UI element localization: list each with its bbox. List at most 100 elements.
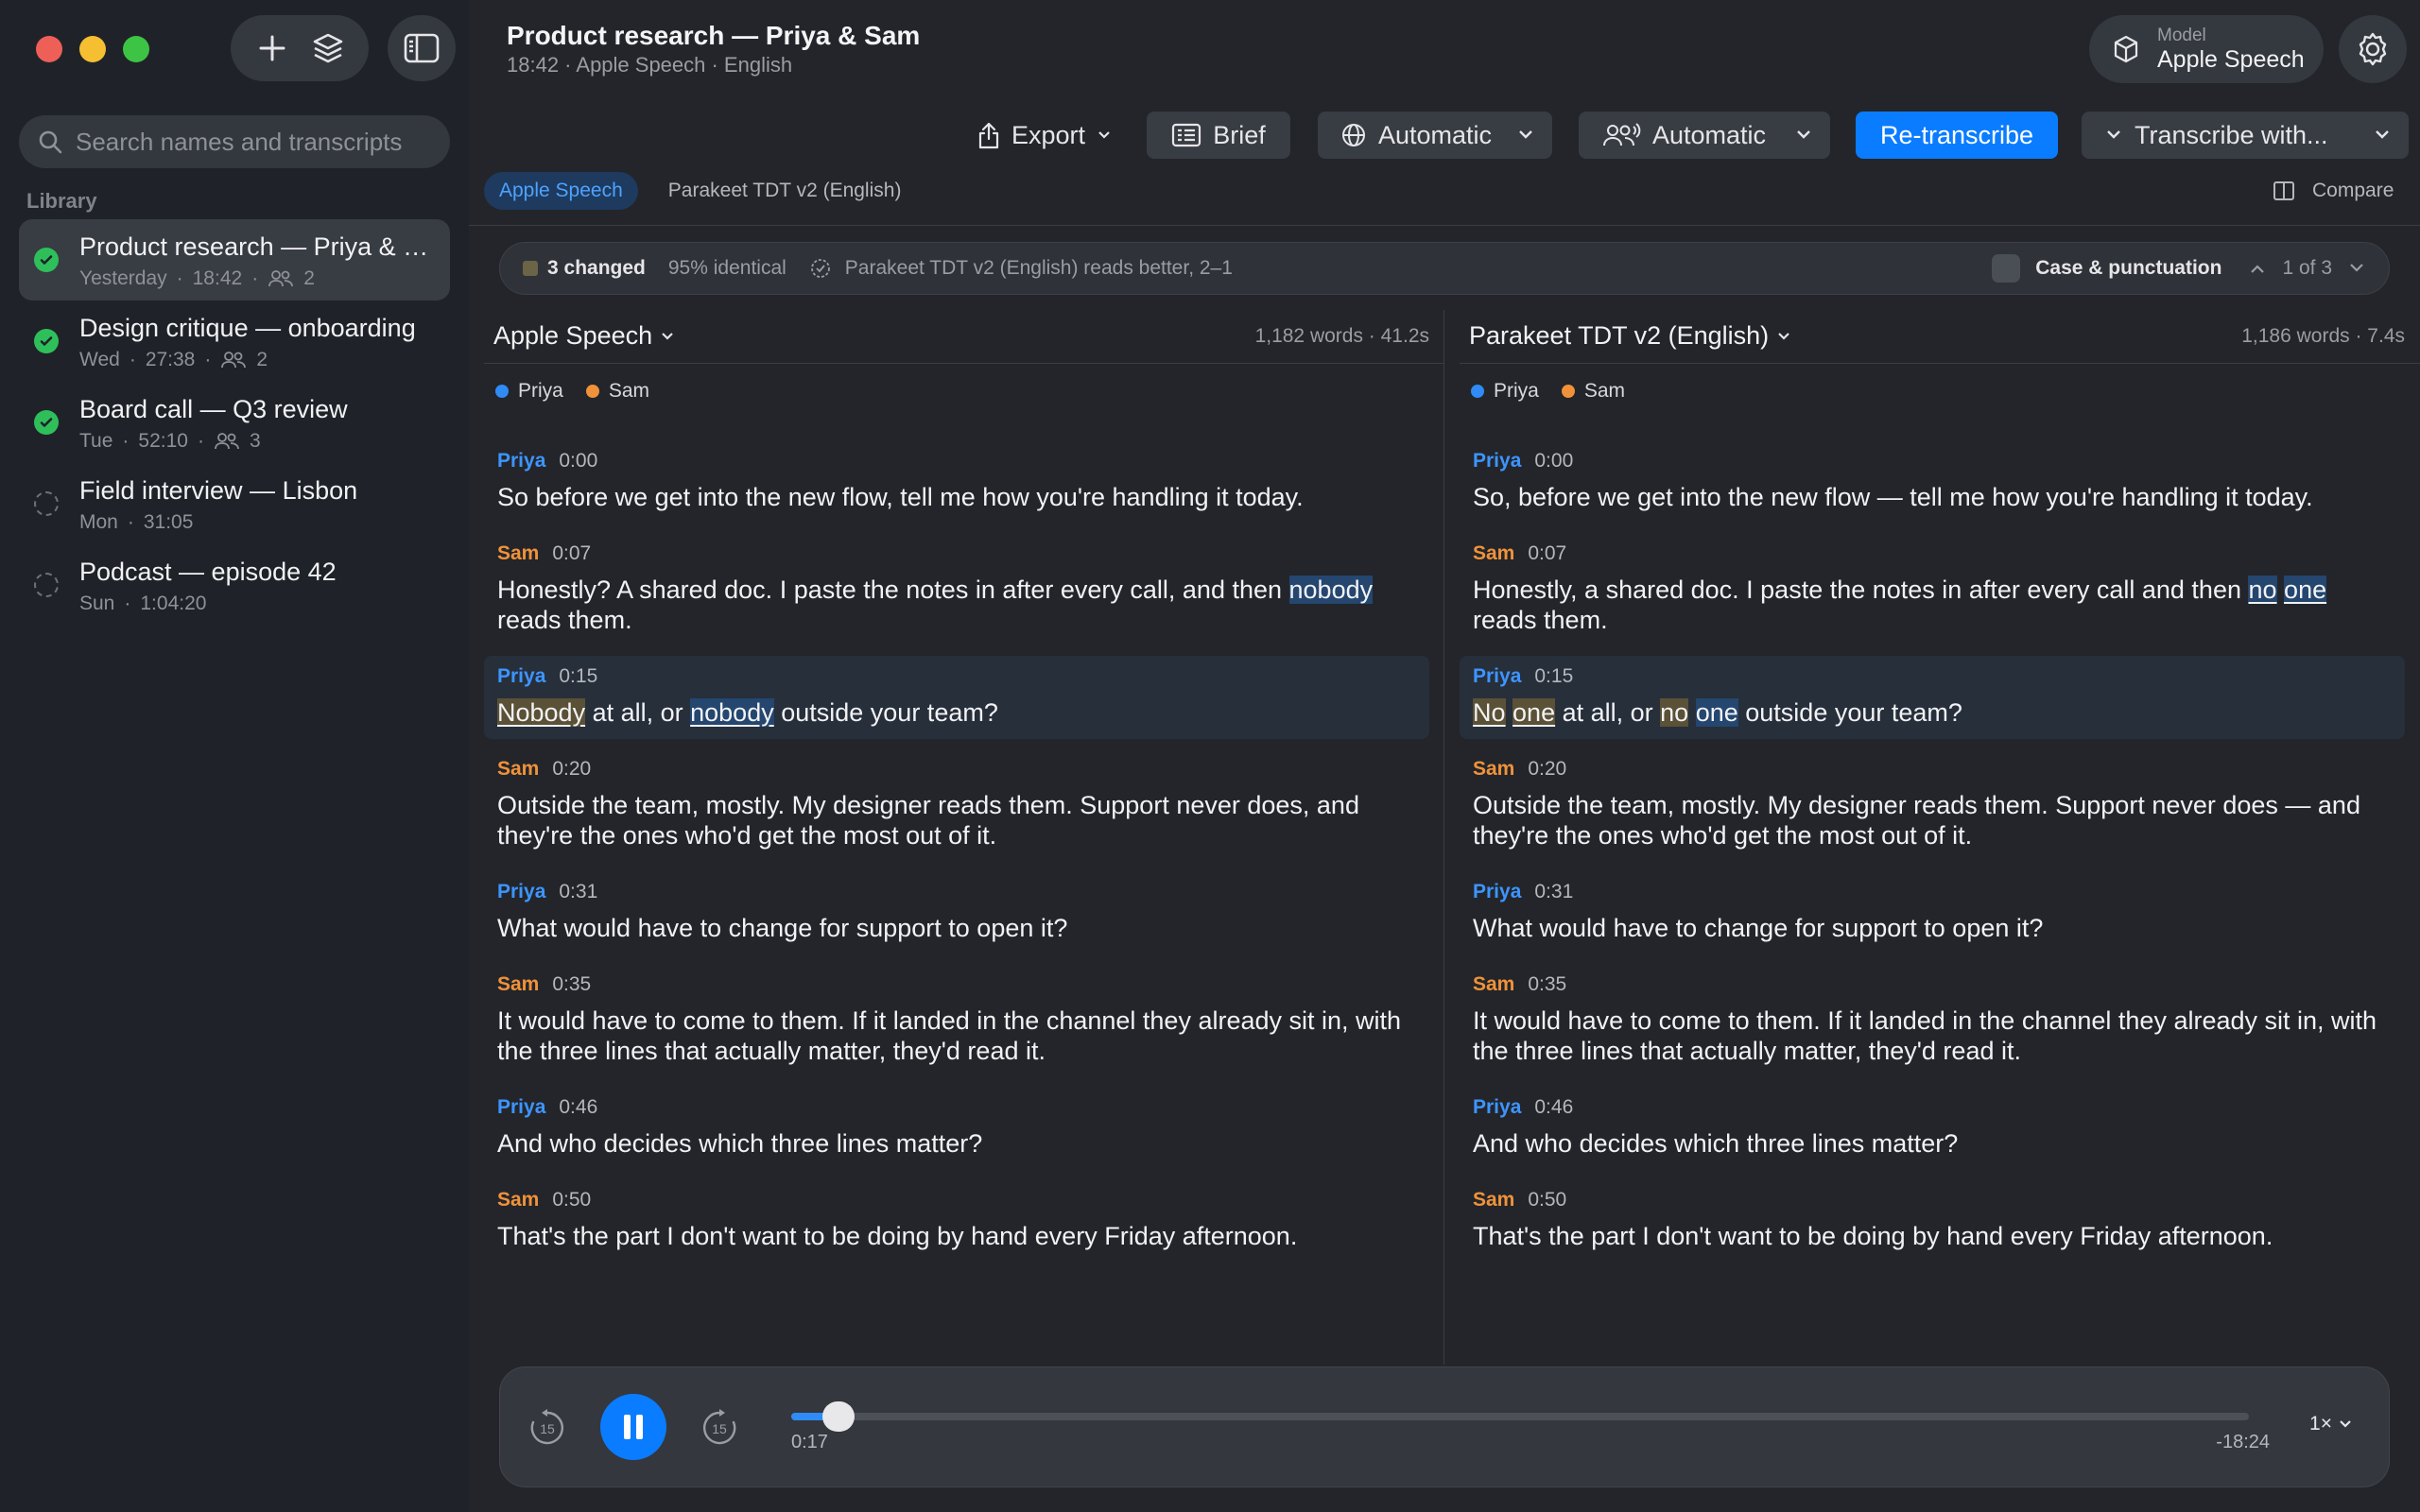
export-button[interactable]: Export: [974, 112, 1115, 159]
library-item[interactable]: Field interview — Lisbon Mon · 31:05: [19, 463, 450, 544]
utterance-speaker: Sam: [1473, 973, 1515, 995]
diff-word[interactable]: Nobody: [497, 698, 586, 727]
utterance[interactable]: Priya 0:00 So, before we get into the new…: [1460, 450, 2405, 512]
library-item[interactable]: Board call — Q3 review Tue · 52:10 · 3: [19, 382, 450, 463]
diff-word[interactable]: nobody: [690, 698, 774, 727]
utterance-text: So before we get into the new flow, tell…: [497, 483, 1304, 511]
pause-button[interactable]: [600, 1394, 666, 1460]
library-item[interactable]: Design critique — onboarding Wed · 27:38 ·…: [19, 301, 450, 382]
utterance-time[interactable]: 0:00: [559, 450, 597, 472]
language-dropdown[interactable]: Automatic: [1318, 112, 1552, 159]
utterance-time[interactable]: 0:31: [1534, 881, 1573, 903]
library-item-day: Tue: [79, 430, 113, 452]
chevron-down-icon: [2340, 1420, 2351, 1428]
chevron-up-icon[interactable]: [2248, 262, 2267, 275]
speaker-dot: [495, 385, 509, 398]
utterance-text: It would have to come to them. If it lan…: [497, 1006, 1402, 1065]
skip-forward-button[interactable]: 15: [693, 1401, 746, 1454]
utterance[interactable]: Priya 0:31 What would have to change for …: [484, 881, 1429, 943]
search-input[interactable]: [76, 127, 435, 157]
utterance[interactable]: Sam 0:07 Honestly? A shared doc. I paste …: [484, 542, 1429, 635]
utterance[interactable]: Priya 0:31 What would have to change for …: [1460, 881, 2405, 943]
model-selector[interactable]: Model Apple Speech: [2089, 15, 2324, 83]
search-field[interactable]: [19, 115, 450, 168]
left-model-dropdown[interactable]: Apple Speech: [493, 321, 675, 351]
library-item[interactable]: Podcast — episode 42 Sun · 1:04:20: [19, 544, 450, 626]
utterance[interactable]: Sam 0:50 That's the part I don't want to …: [1460, 1189, 2405, 1251]
zoom-window-button[interactable]: [123, 36, 149, 62]
diff-word[interactable]: No: [1473, 698, 1506, 727]
case-punctuation-checkbox[interactable]: [1992, 254, 2021, 283]
utterance-time[interactable]: 0:20: [552, 758, 591, 781]
diff-word[interactable]: nobody: [1288, 576, 1374, 604]
retranscribe-button[interactable]: Re-transcribe: [1856, 112, 2058, 159]
diff-word[interactable]: no: [1660, 698, 1689, 727]
utterance-speaker: Priya: [1473, 1096, 1522, 1118]
utterance-time[interactable]: 0:50: [1528, 1189, 1566, 1211]
transcribe-with-label: Transcribe with...: [2135, 120, 2328, 149]
utterance[interactable]: Sam 0:07 Honestly, a shared doc. I paste …: [1460, 542, 2405, 635]
close-window-button[interactable]: [36, 36, 62, 62]
diff-word[interactable]: one: [1695, 698, 1738, 727]
utterance[interactable]: Priya 0:46 And who decides which three li…: [484, 1096, 1429, 1159]
skip-back-button[interactable]: 15: [521, 1401, 574, 1454]
diff-word[interactable]: one: [2284, 576, 2327, 604]
utterance[interactable]: Sam 0:35 It would have to come to them. I…: [484, 973, 1429, 1066]
tab-apple-speech[interactable]: Apple Speech: [484, 172, 638, 210]
right-model-name: Parakeet TDT v2 (English): [1469, 321, 1770, 350]
scrubber-track[interactable]: [791, 1401, 2249, 1432]
utterance[interactable]: Priya 0:00 So before we get into the new …: [484, 450, 1429, 512]
speaker-name: Priya: [1494, 380, 1539, 402]
people-icon: [268, 270, 294, 287]
utterance-text: No one at all, or no one outside your te…: [1473, 698, 1962, 727]
app-window: Library Product research — Priya & S... …: [0, 0, 2420, 1512]
utterance-time[interactable]: 0:15: [1534, 665, 1573, 688]
utterance-time[interactable]: 0:20: [1528, 758, 1566, 781]
speaker-dot: [1561, 385, 1575, 398]
transcribe-with-dropdown[interactable]: Transcribe with...: [2082, 112, 2409, 159]
people-icon: [221, 352, 247, 369]
library-item-title: Board call — Q3 review: [79, 395, 348, 423]
utterance[interactable]: Sam 0:35 It would have to come to them. I…: [1460, 973, 2405, 1066]
utterance-time[interactable]: 0:00: [1534, 450, 1573, 472]
utterance-time[interactable]: 0:46: [559, 1096, 597, 1119]
library-item-title: Field interview — Lisbon: [79, 476, 358, 505]
utterance-time[interactable]: 0:15: [559, 665, 597, 688]
chevron-down-icon: [2107, 130, 2120, 139]
utterance-current[interactable]: Priya 0:15 Nobody at all, or nobody outsi…: [484, 656, 1429, 739]
utterance[interactable]: Sam 0:50 That's the part I don't want to …: [484, 1189, 1429, 1251]
scrubber-handle[interactable]: [822, 1401, 855, 1432]
page-title: Product research — Priya & Sam: [507, 21, 921, 50]
settings-button[interactable]: [2339, 15, 2407, 83]
minimize-window-button[interactable]: [79, 36, 106, 62]
utterance-text: What would have to change for support to…: [1473, 914, 2044, 942]
utterance-time[interactable]: 0:07: [1528, 542, 1566, 565]
export-label: Export: [1011, 120, 1086, 149]
new-recording-button[interactable]: [244, 20, 300, 77]
right-model-dropdown[interactable]: Parakeet TDT v2 (English): [1469, 321, 1791, 351]
playback-speed-dropdown[interactable]: 1×: [2309, 1413, 2353, 1435]
audio-player: 15 15 0:17 -18:24 1×: [499, 1366, 2390, 1487]
compare-toggle[interactable]: Compare: [2273, 180, 2394, 202]
layers-button[interactable]: [300, 20, 355, 77]
diff-word[interactable]: one: [1512, 698, 1556, 727]
utterance[interactable]: Sam 0:20 Outside the team, mostly. My des…: [484, 758, 1429, 850]
utterance-time[interactable]: 0:50: [552, 1189, 591, 1211]
library-item-title: Design critique — onboarding: [79, 314, 416, 342]
library-item[interactable]: Product research — Priya & S... Yesterda…: [19, 219, 450, 301]
utterance-time[interactable]: 0:07: [552, 542, 591, 565]
utterance[interactable]: Priya 0:46 And who decides which three li…: [1460, 1096, 2405, 1159]
brief-button[interactable]: Brief: [1147, 112, 1290, 159]
utterance[interactable]: Sam 0:20 Outside the team, mostly. My des…: [1460, 758, 2405, 850]
utterance-current[interactable]: Priya 0:15 No one at all, or no one outsi…: [1460, 656, 2405, 739]
utterance-text: And who decides which three lines matter…: [1473, 1129, 1959, 1158]
utterance-time[interactable]: 0:46: [1534, 1096, 1573, 1119]
tab-parakeet[interactable]: Parakeet TDT v2 (English): [653, 172, 917, 210]
utterance-time[interactable]: 0:35: [1528, 973, 1566, 996]
speakers-dropdown[interactable]: Automatic: [1579, 112, 1830, 159]
utterance-time[interactable]: 0:31: [559, 881, 597, 903]
chevron-down-icon[interactable]: [2347, 262, 2366, 275]
toggle-sidebar-button[interactable]: [388, 15, 456, 81]
diff-word[interactable]: no: [2248, 576, 2277, 604]
utterance-time[interactable]: 0:35: [552, 973, 591, 996]
